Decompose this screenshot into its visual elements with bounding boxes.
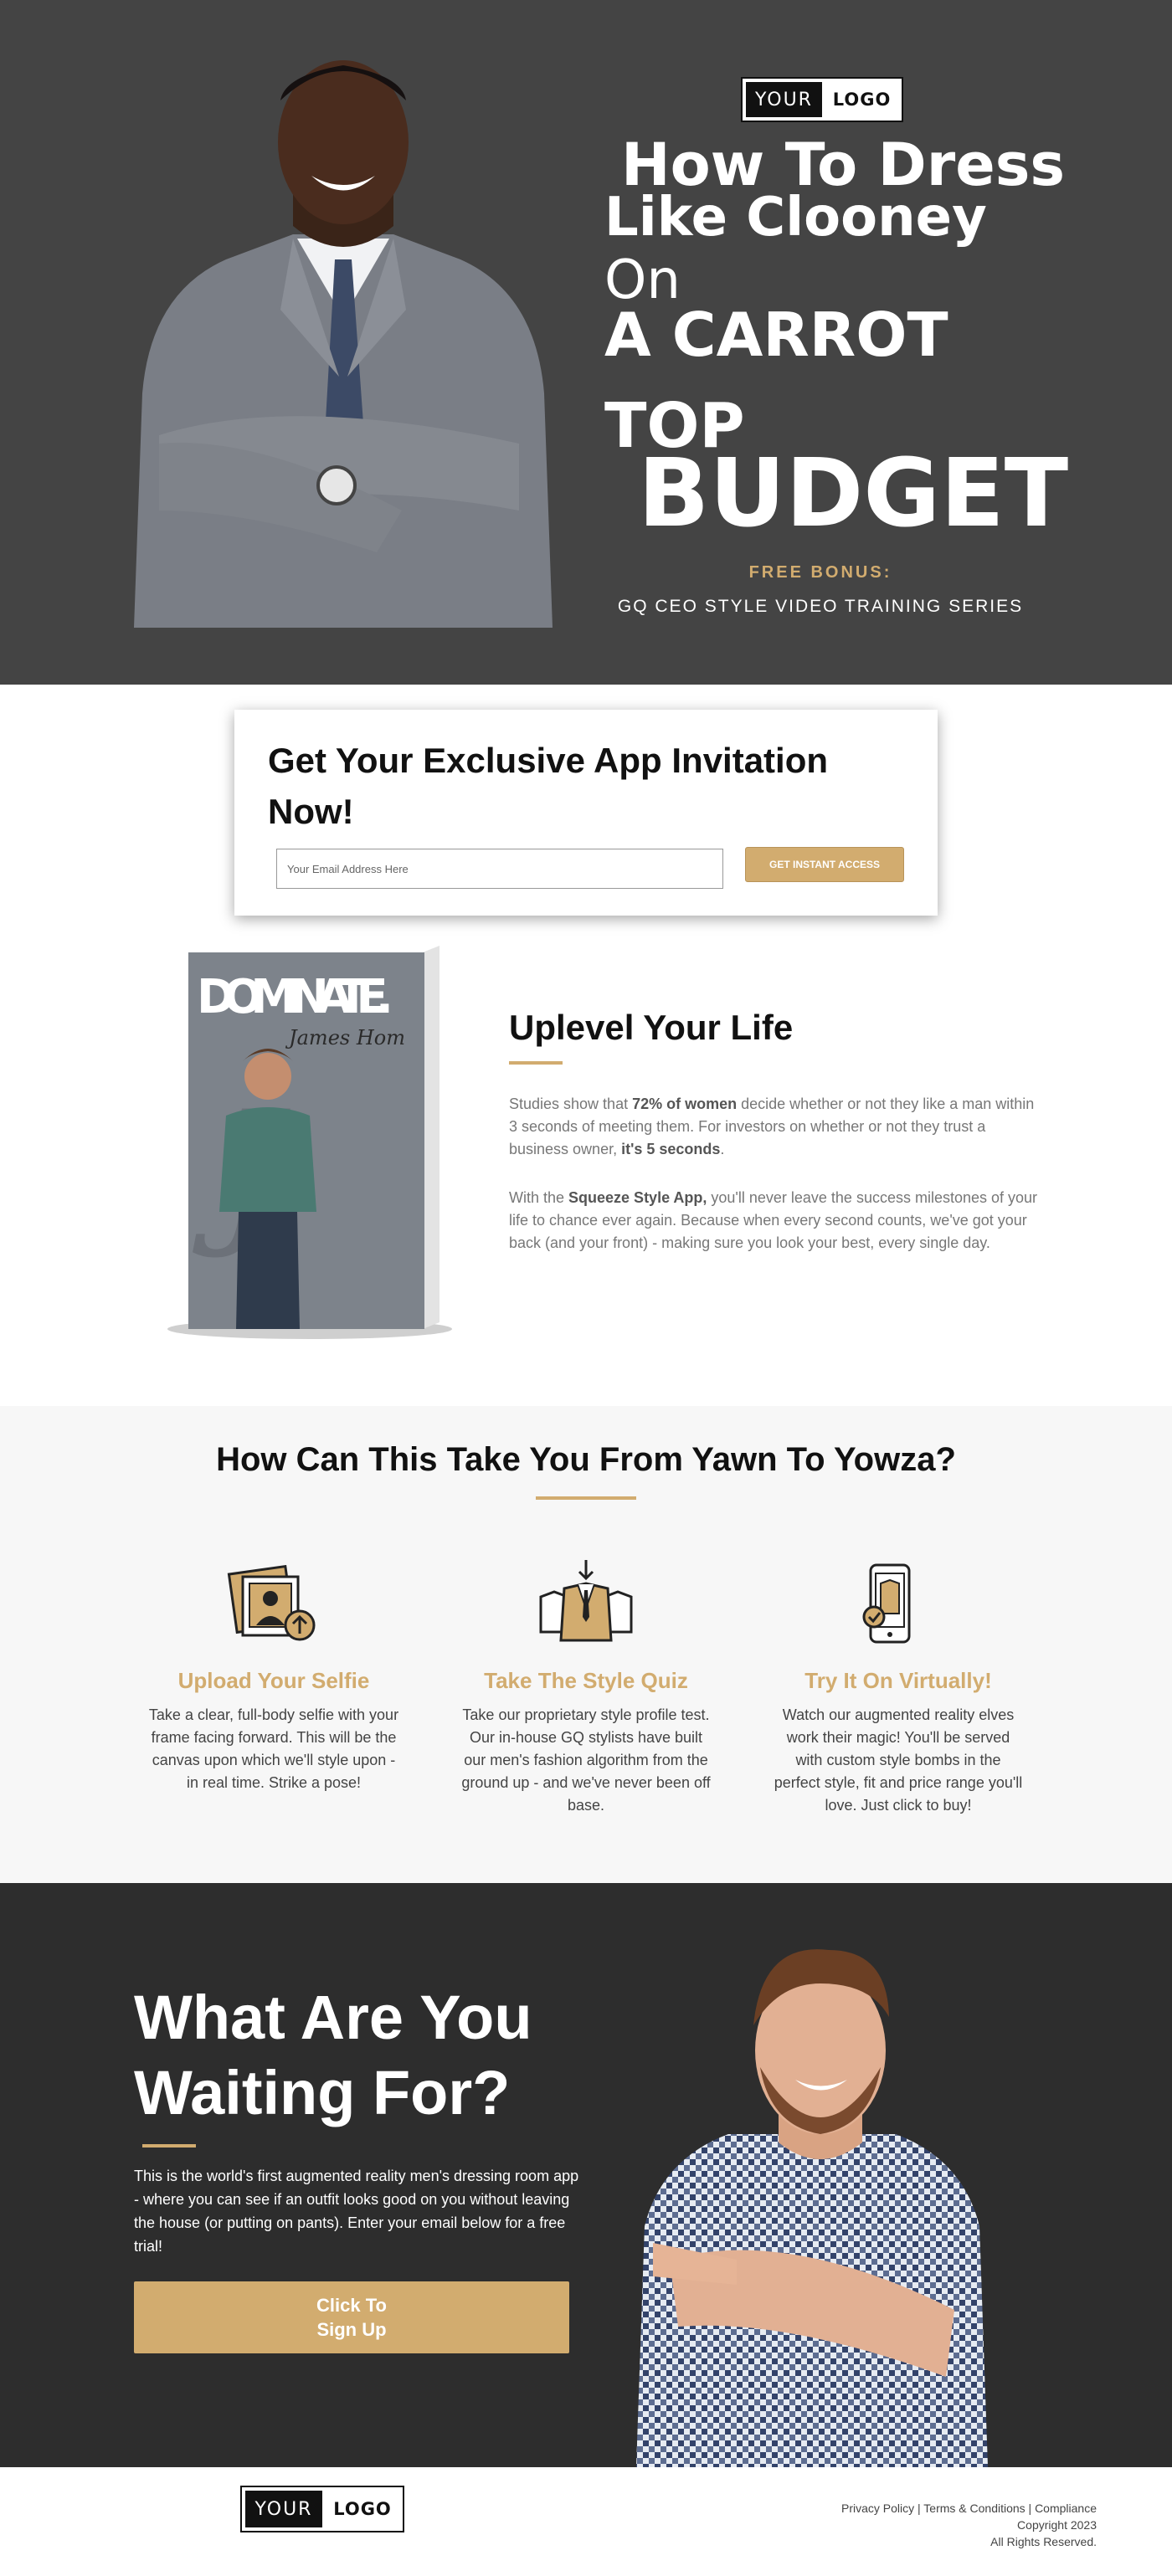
waiting-underline xyxy=(142,2144,196,2148)
hero-man-in-suit-image xyxy=(134,60,553,628)
uplevel-paragraph-1: Studies show that 72% of women decide wh… xyxy=(509,1096,1035,1157)
footer-links[interactable]: Privacy Policy | Terms & Conditions | Co… xyxy=(670,2500,1097,2517)
book-title: DOMINATE. xyxy=(197,970,393,1024)
hero-headline-line-1: How To Dress xyxy=(621,131,1066,199)
logo-text-logo: LOGO xyxy=(832,90,892,110)
how-underline xyxy=(536,1496,636,1500)
logo-text-your: YOUR xyxy=(245,2491,322,2527)
step-2-text: Take our proprietary style profile test.… xyxy=(461,1706,711,1814)
how-title: How Can This Take You From Yawn To Yowza… xyxy=(216,1441,956,1478)
signup-line-1: Click To xyxy=(316,2295,387,2316)
click-to-sign-up-button[interactable]: Click To Sign Up xyxy=(134,2281,569,2353)
hero-headline-line-2: Like Clooney xyxy=(604,187,987,249)
hero-headline-line-6: BUDGET xyxy=(638,439,1069,548)
hero-headline-line-4: A CARROT xyxy=(604,300,948,370)
suit-quiz-icon xyxy=(539,1560,633,1642)
smiling-man-pointing-image xyxy=(636,1949,988,2467)
optin-box: Get Your Exclusive App Invitation Now! G… xyxy=(234,710,938,916)
get-instant-access-button[interactable]: GET INSTANT ACCESS xyxy=(745,847,904,882)
step-3-title: Try It On Virtually! xyxy=(804,1668,992,1693)
footer-copyright: Copyright 2023 xyxy=(1017,2518,1097,2532)
uplevel-title: Uplevel Your Life xyxy=(509,1008,794,1047)
footer-rights: All Rights Reserved. xyxy=(990,2535,1097,2548)
step-1-text: Take a clear, full-body selfie with your… xyxy=(148,1706,399,1791)
optin-title: Get Your Exclusive App Invitation Now! xyxy=(268,741,829,831)
email-input[interactable] xyxy=(276,849,723,889)
waiting-title: What Are You Waiting For? xyxy=(134,1983,532,2127)
step-1-title: Upload Your Selfie xyxy=(177,1668,370,1693)
step-3-text: Watch our augmented reality elves work t… xyxy=(774,1706,1023,1814)
signup-line-2: Sign Up xyxy=(316,2319,387,2340)
uplevel-underline xyxy=(509,1061,563,1065)
landing-page: YOUR LOGO How To Dress Like Clooney On A… xyxy=(0,0,1172,2576)
uplevel-paragraph-2: With the Squeeze Style App, you'll never… xyxy=(509,1189,1038,1251)
book-cover-image: J DOMINATE. James Hom xyxy=(167,946,452,1339)
waiting-text: This is the world's first augmented real… xyxy=(134,2168,579,2255)
photo-upload-icon xyxy=(227,1565,316,1641)
logo-text-logo: LOGO xyxy=(333,2499,392,2519)
free-bonus-label: FREE BONUS: xyxy=(748,563,892,582)
header-logo[interactable]: YOUR LOGO xyxy=(741,77,903,122)
step-2-title: Take The Style Quiz xyxy=(484,1668,688,1693)
phone-tryon-icon xyxy=(862,1563,911,1644)
footer-logo[interactable]: YOUR LOGO xyxy=(240,2486,404,2532)
book-author: James Hom xyxy=(285,1026,405,1049)
free-bonus-text: GQ CEO STYLE VIDEO TRAINING SERIES xyxy=(617,597,1024,616)
logo-text-your: YOUR xyxy=(746,82,823,117)
